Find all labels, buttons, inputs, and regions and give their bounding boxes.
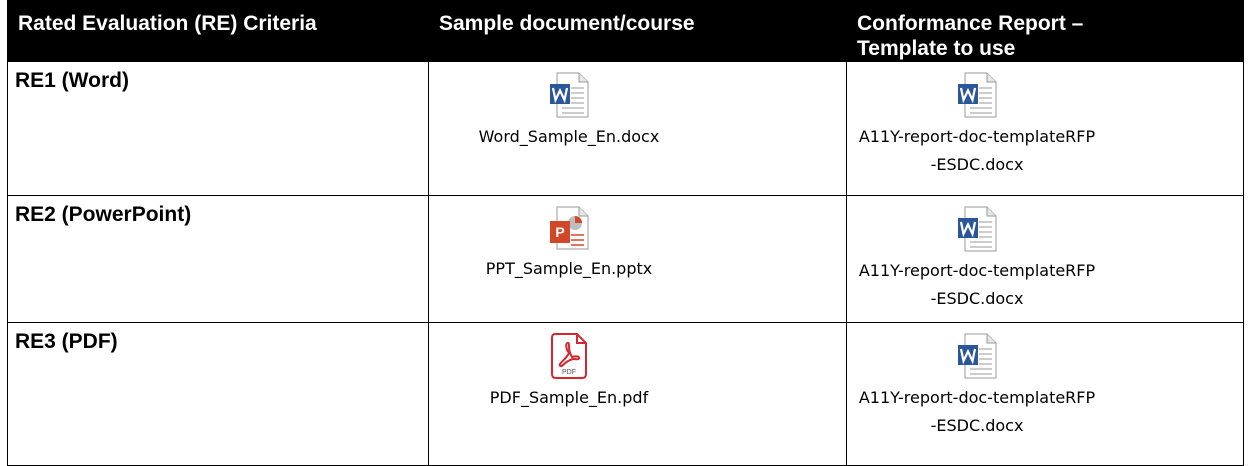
template-filename: A11Y-report-doc-templateRFP-ESDC.docx: [858, 127, 1096, 174]
criteria-label: RE2 (PowerPoint): [15, 203, 192, 226]
word-document-icon: [958, 72, 997, 118]
criteria-cell: RE2 (PowerPoint): [7, 195, 429, 323]
sample-filename: Word_Sample_En.docx: [478, 127, 660, 146]
criteria-label: RE1 (Word): [15, 69, 129, 92]
table-row: RE1 (Word) Word_Sample_En.docx A11Y-repo…: [7, 61, 1244, 196]
word-document-icon: [958, 206, 997, 252]
template-filename: A11Y-report-doc-templateRFP-ESDC.docx: [858, 388, 1096, 435]
re-criteria-table: Rated Evaluation (RE) Criteria Sample do…: [7, 0, 1244, 466]
header-template: Conformance Report – Template to use: [846, 0, 1244, 62]
template-cell: A11Y-report-doc-templateRFP-ESDC.docx: [846, 195, 1244, 323]
sample-cell: PDF PDF_Sample_En.pdf: [428, 322, 847, 466]
svg-text:PDF: PDF: [562, 369, 576, 376]
sample-filename: PPT_Sample_En.pptx: [485, 259, 653, 278]
sample-cell: P PPT_Sample_En.pptx: [428, 195, 847, 323]
criteria-cell: RE3 (PDF): [7, 322, 429, 466]
table-row: RE3 (PDF) PDF PDF_Sample_En.pdf A11Y-rep…: [7, 322, 1244, 466]
sample-filename: PDF_Sample_En.pdf: [489, 388, 649, 407]
header-criteria: Rated Evaluation (RE) Criteria: [7, 0, 429, 62]
table-row: RE2 (PowerPoint) P PPT_Sample_En.pptx A1…: [7, 195, 1244, 323]
table-header-row: Rated Evaluation (RE) Criteria Sample do…: [7, 0, 1244, 62]
template-cell: A11Y-report-doc-templateRFP-ESDC.docx: [846, 322, 1244, 466]
template-filename: A11Y-report-doc-templateRFP-ESDC.docx: [858, 261, 1096, 308]
header-sample-document: Sample document/course: [428, 0, 847, 62]
word-document-icon: [958, 333, 997, 379]
svg-text:P: P: [555, 224, 564, 240]
sample-cell: Word_Sample_En.docx: [428, 61, 847, 196]
criteria-label: RE3 (PDF): [15, 330, 118, 353]
criteria-cell: RE1 (Word): [7, 61, 429, 196]
sample-attachment-powerpoint[interactable]: P PPT_Sample_En.pptx: [449, 196, 689, 283]
sample-attachment-word[interactable]: Word_Sample_En.docx: [449, 62, 689, 151]
word-document-icon: [550, 72, 589, 118]
template-attachment-word[interactable]: A11Y-report-doc-templateRFP-ESDC.docx: [857, 323, 1097, 440]
template-cell: A11Y-report-doc-templateRFP-ESDC.docx: [846, 61, 1244, 196]
sample-attachment-pdf[interactable]: PDF PDF_Sample_En.pdf: [449, 323, 689, 412]
pdf-document-icon: PDF: [551, 333, 587, 379]
template-attachment-word[interactable]: A11Y-report-doc-templateRFP-ESDC.docx: [857, 62, 1097, 179]
powerpoint-document-icon: P: [550, 206, 589, 250]
template-attachment-word[interactable]: A11Y-report-doc-templateRFP-ESDC.docx: [857, 196, 1097, 313]
